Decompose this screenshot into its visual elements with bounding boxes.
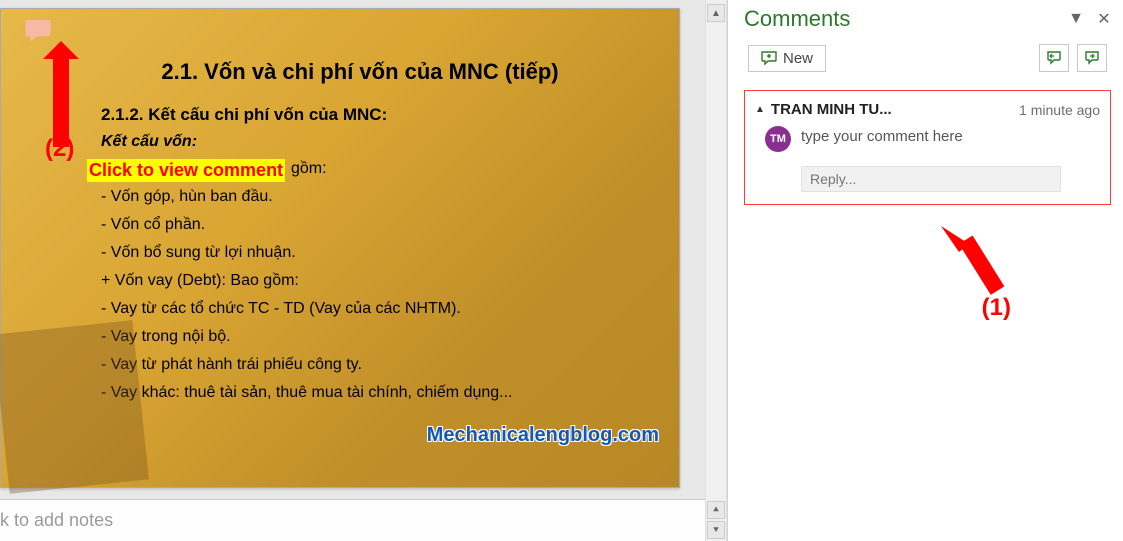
slide-content: 2.1. Vốn và chi phí vốn của MNC (tiếp) 2… xyxy=(1,9,679,429)
slide-text-line: - Vay khác: thuê tài sản, thuê mua tài c… xyxy=(101,381,619,405)
slide-text-line: - Vay trong nội bộ. xyxy=(101,325,619,349)
slide-subheading-2: Kết cấu vốn: xyxy=(101,133,619,151)
scroll-up-button[interactable]: ▲ xyxy=(707,4,725,22)
annotation-highlight: Click to view comment xyxy=(87,159,285,182)
scroll-next-slide-button[interactable]: ⯆ xyxy=(707,521,725,539)
comment-time: 1 minute ago xyxy=(1019,102,1100,118)
comment-text[interactable]: type your comment here xyxy=(801,126,963,145)
panel-options-button[interactable]: ▼ xyxy=(1069,12,1083,26)
notes-placeholder[interactable]: k to add notes xyxy=(0,499,705,541)
comments-panel: Comments ▼ ✕ New xyxy=(727,0,1123,541)
comment-card[interactable]: ▲ TRAN MINH TU... 1 minute ago TM type y… xyxy=(744,90,1111,205)
panel-close-button[interactable]: ✕ xyxy=(1097,12,1111,26)
next-comment-button[interactable] xyxy=(1077,44,1107,72)
collapse-toggle-icon[interactable]: ▲ xyxy=(755,104,765,115)
new-comment-label: New xyxy=(783,50,813,67)
slide-title: 2.1. Vốn và chi phí vốn của MNC (tiếp) xyxy=(101,59,619,85)
new-comment-icon xyxy=(761,51,777,65)
panel-title: Comments xyxy=(744,6,850,32)
avatar: TM xyxy=(765,126,791,152)
slide: (2) Click to view comment 2.1. Vốn và ch… xyxy=(0,8,680,488)
annotation-arrow-2 xyxy=(35,41,81,156)
slide-text-line: - Vốn bổ sung từ lợi nhuận. xyxy=(101,241,619,265)
scroll-prev-slide-button[interactable]: ⯅ xyxy=(707,501,725,519)
new-comment-button[interactable]: New xyxy=(748,45,826,72)
watermark-text: Mechanicalengblog.com xyxy=(427,424,659,447)
slide-subheading-1: 2.1.2. Kết cấu chi phí vốn của MNC: xyxy=(101,105,619,125)
slide-text-line: + Vốn vay (Debt): Bao gồm: xyxy=(101,269,619,293)
slide-text-line: - Vay từ các tổ chức TC - TD (Vay của cá… xyxy=(101,297,619,321)
comment-author: TRAN MINH TU... xyxy=(771,101,892,118)
comment-marker-icon[interactable] xyxy=(23,17,53,43)
prev-comment-button[interactable] xyxy=(1039,44,1069,72)
annotation-arrow-1 xyxy=(941,226,1011,311)
slide-text-line: - Vốn góp, hùn ban đầu. xyxy=(101,185,619,209)
slide-text-line: - Vay từ phát hành trái phiếu công ty. xyxy=(101,353,619,377)
reply-input[interactable] xyxy=(801,166,1061,192)
slide-text-line: gồm: xyxy=(291,157,619,181)
slide-text-line: - Vốn cổ phần. xyxy=(101,213,619,237)
vertical-scrollbar[interactable]: ▲ ⯅ ⯆ xyxy=(705,0,727,541)
